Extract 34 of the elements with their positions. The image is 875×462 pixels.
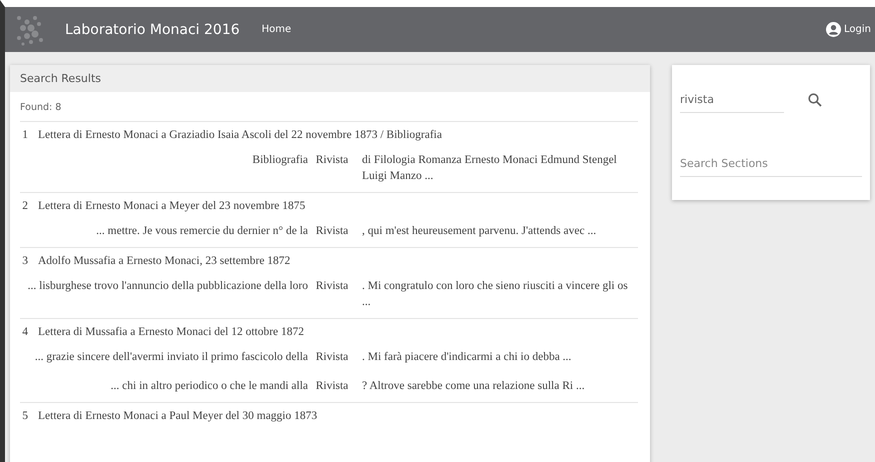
result-number: 4 xyxy=(21,326,28,338)
found-count: Found: 8 xyxy=(20,101,62,115)
user-icon[interactable] xyxy=(826,22,842,37)
context-before: ... lisburghese trovo l'annuncio della pubblicazione della loro xyxy=(26,279,308,294)
result-title[interactable]: Lettera di Ernesto Monaci a Graziadio Isaia Ascoli del 22 novembre 1873 / Bibliografia xyxy=(38,129,442,141)
keyword: Rivista xyxy=(314,279,350,294)
context-before: ... chi in altro periodico o che le mandi alla xyxy=(110,379,308,394)
context-after: , qui m'est heureusement parvenu. J'attends avec ... xyxy=(361,224,598,239)
search-icon[interactable] xyxy=(808,93,822,107)
result-number: 1 xyxy=(21,129,28,141)
context-after: . Mi congratulo con loro che sieno riusciti a vincere gli os ... xyxy=(361,279,629,310)
context-after: di Filologia Romanza Ernesto Monaci Edmund Stengel Luigi Manzo ... xyxy=(361,153,618,184)
keyword: Rivista xyxy=(314,224,350,239)
keyword: Rivista xyxy=(314,153,350,168)
result-number: 3 xyxy=(21,255,28,267)
result-number: 2 xyxy=(21,200,28,212)
context-before: ... mettre. Je vous remercie du dernier n° de la xyxy=(95,224,308,239)
card-title: Search Results xyxy=(20,72,102,85)
result-title[interactable]: Lettera di Ernesto Monaci a Paul Meyer del 30 maggio 1873 xyxy=(38,410,318,422)
sections-search-field[interactable]: Search Sections xyxy=(680,151,862,177)
result-title[interactable]: Lettera di Mussafia a Ernesto Monaci del 12 ottobre 1872 xyxy=(38,326,304,338)
result-number: 5 xyxy=(21,410,28,422)
result-title[interactable]: Adolfo Mussafia a Ernesto Monaci, 23 settembre 1872 xyxy=(38,255,290,267)
context-before: ... grazie sincere dell'avermi inviato il primo fascicolo della xyxy=(34,350,308,365)
context-after: . Mi farà piacere d'indicarmi a chi io debba ... xyxy=(361,350,572,365)
search-field[interactable]: rivista xyxy=(680,87,784,113)
context-before: Bibliografia xyxy=(251,153,308,168)
nav-link[interactable]: Home xyxy=(262,24,292,35)
result-title[interactable]: Lettera di Ernesto Monaci a Meyer del 23 novembre 1875 xyxy=(38,200,306,212)
site-title[interactable]: Laboratorio Monaci 2016 xyxy=(65,22,240,38)
context-after: ? Altrove sarebbe come una relazione sulla Ri ... xyxy=(361,379,586,394)
keyword: Rivista xyxy=(314,379,350,394)
keyword: Rivista xyxy=(314,350,350,365)
login-link[interactable]: Login xyxy=(844,24,871,35)
